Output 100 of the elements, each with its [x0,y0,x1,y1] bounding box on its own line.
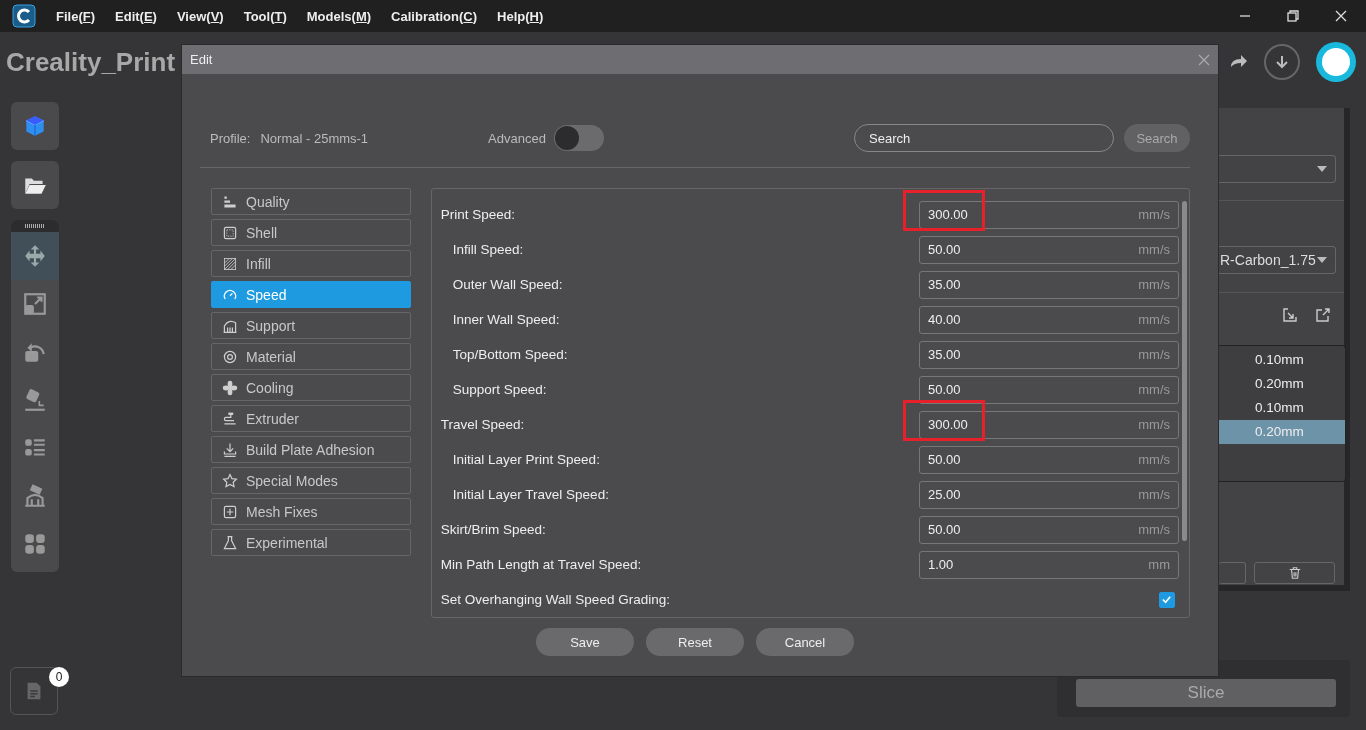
advanced-toggle[interactable] [553,125,604,151]
field-value: 35.00 [928,347,961,362]
list-item[interactable]: 0.10mm [1219,348,1345,372]
setting-label: Initial Layer Travel Speed: [452,487,609,502]
unit-label: mm/s [1138,347,1170,362]
setting-label: Travel Speed: [440,417,525,432]
setting-label: Inner Wall Speed: [452,312,560,327]
category-tab[interactable]: Shell [211,219,411,246]
number-field[interactable]: 1.00 mm [919,550,1179,579]
number-field[interactable]: 35.00 mm/s [919,270,1179,299]
category-tab[interactable]: Extruder [211,405,411,432]
mesh-icon [222,503,238,520]
menu-item[interactable]: Calibration(C) [391,8,478,24]
category-tab[interactable]: Material [211,343,411,370]
field-value: 1.00 [928,557,954,572]
menu-item[interactable]: Help(H) [497,8,544,24]
material-dropdown[interactable]: R-Carbon_1.75 [1219,246,1336,274]
profile-name: Normal - 25mms-1 [260,130,369,146]
number-field[interactable]: 50.00 mm/s [919,515,1179,544]
menu-item[interactable]: File(F) [56,8,96,24]
dialog-button[interactable]: Reset [646,628,744,656]
import-icon[interactable] [1282,307,1298,323]
cube-icon[interactable] [11,102,59,150]
category-tab[interactable]: Mesh Fixes [211,498,411,525]
menu-item[interactable]: Models(M) [306,8,372,24]
delete-icon[interactable] [1254,562,1335,584]
folder-icon[interactable] [11,161,59,209]
field-value: 40.00 [928,312,961,327]
field-value: 50.00 [928,452,961,467]
menu-item[interactable]: Edit(E) [115,8,157,24]
number-field[interactable]: 40.00 mm/s [919,305,1179,334]
checkbox[interactable] [1158,591,1175,608]
count-badge: 0 [49,667,69,687]
experimental-icon [222,534,238,551]
field-value: 35.00 [928,277,961,292]
unit-label: mm/s [1138,242,1170,257]
menu-item[interactable]: Tool(T) [243,8,287,24]
restore-icon[interactable] [1286,9,1300,23]
app-logo-icon [12,4,36,28]
unit-label: mm/s [1138,417,1170,432]
material-icon [222,348,238,365]
adhesion-icon [222,441,238,458]
setting-label: Top/Bottom Speed: [452,347,568,362]
unit-label: mm/s [1138,277,1170,292]
setting-label: Print Speed: [440,207,516,222]
export-icon[interactable] [1315,307,1331,323]
list-item[interactable]: 0.10mm [1219,396,1345,420]
number-field[interactable]: 50.00 mm/s [919,235,1179,264]
unit-label: mm/s [1138,207,1170,222]
cooling-icon [222,379,238,396]
category-tab[interactable]: Support [211,312,411,339]
field-value: 50.00 [928,382,961,397]
scrollbar[interactable] [1182,201,1187,541]
shell-icon [222,224,238,241]
field-value: 50.00 [928,522,961,537]
unit-label: mm/s [1138,452,1170,467]
menu-item[interactable]: View(V) [176,8,224,24]
setting-label: Support Speed: [452,382,547,397]
unit-label: mm [1148,557,1170,572]
setting-label: Initial Layer Print Speed: [452,452,600,467]
category-tab[interactable]: Infill [211,250,411,277]
download-icon[interactable] [1264,44,1300,80]
extruder-icon [222,410,238,427]
move-tool-icon[interactable] [11,232,59,280]
category-tab[interactable]: Quality [211,188,411,215]
field-value: 25.00 [928,487,961,502]
category-tab[interactable]: Build Plate Adhesion [211,436,411,463]
field-value: 300.00 [928,417,968,432]
list-item[interactable]: 0.20mm [1219,372,1345,396]
infill-icon [222,255,238,272]
number-field[interactable]: 50.00 mm/s [919,445,1179,474]
profile-label: Profile: [210,130,251,146]
caret-icon [1317,257,1327,263]
setting-label: Infill Speed: [452,242,524,257]
quality-icon [222,193,238,210]
number-field[interactable]: 25.00 mm/s [919,480,1179,509]
search-field[interactable]: Search [854,124,1114,152]
setting-label: Min Path Length at Travel Speed: [440,557,642,572]
setting-label: Outer Wall Speed: [452,277,563,292]
field-value: 50.00 [928,242,961,257]
caret-icon [1317,166,1327,172]
setting-label: Set Overhanging Wall Speed Grading: [440,592,670,607]
number-field[interactable]: 300.00 mm/s [919,410,1179,439]
number-field[interactable]: 35.00 mm/s [919,340,1179,369]
unit-label: mm/s [1138,312,1170,327]
special-icon [222,472,238,489]
number-field[interactable]: 50.00 mm/s [919,375,1179,404]
unit-label: mm/s [1138,522,1170,537]
dialog-title: Edit [190,52,213,67]
category-tab[interactable]: Special Modes [211,467,411,494]
category-tab[interactable]: Experimental [211,529,411,556]
dialog-button[interactable]: Save [536,628,634,656]
avatar-icon[interactable] [1316,42,1356,82]
unit-label: mm/s [1138,382,1170,397]
app-title: Creality_Print [5,46,176,78]
category-tab[interactable]: Cooling [211,374,411,401]
drag-handle[interactable] [25,224,45,228]
setting-label: Skirt/Brim Speed: [440,522,546,537]
dialog-button[interactable]: Cancel [756,628,854,656]
number-field[interactable]: 300.00 mm/s [919,200,1179,229]
